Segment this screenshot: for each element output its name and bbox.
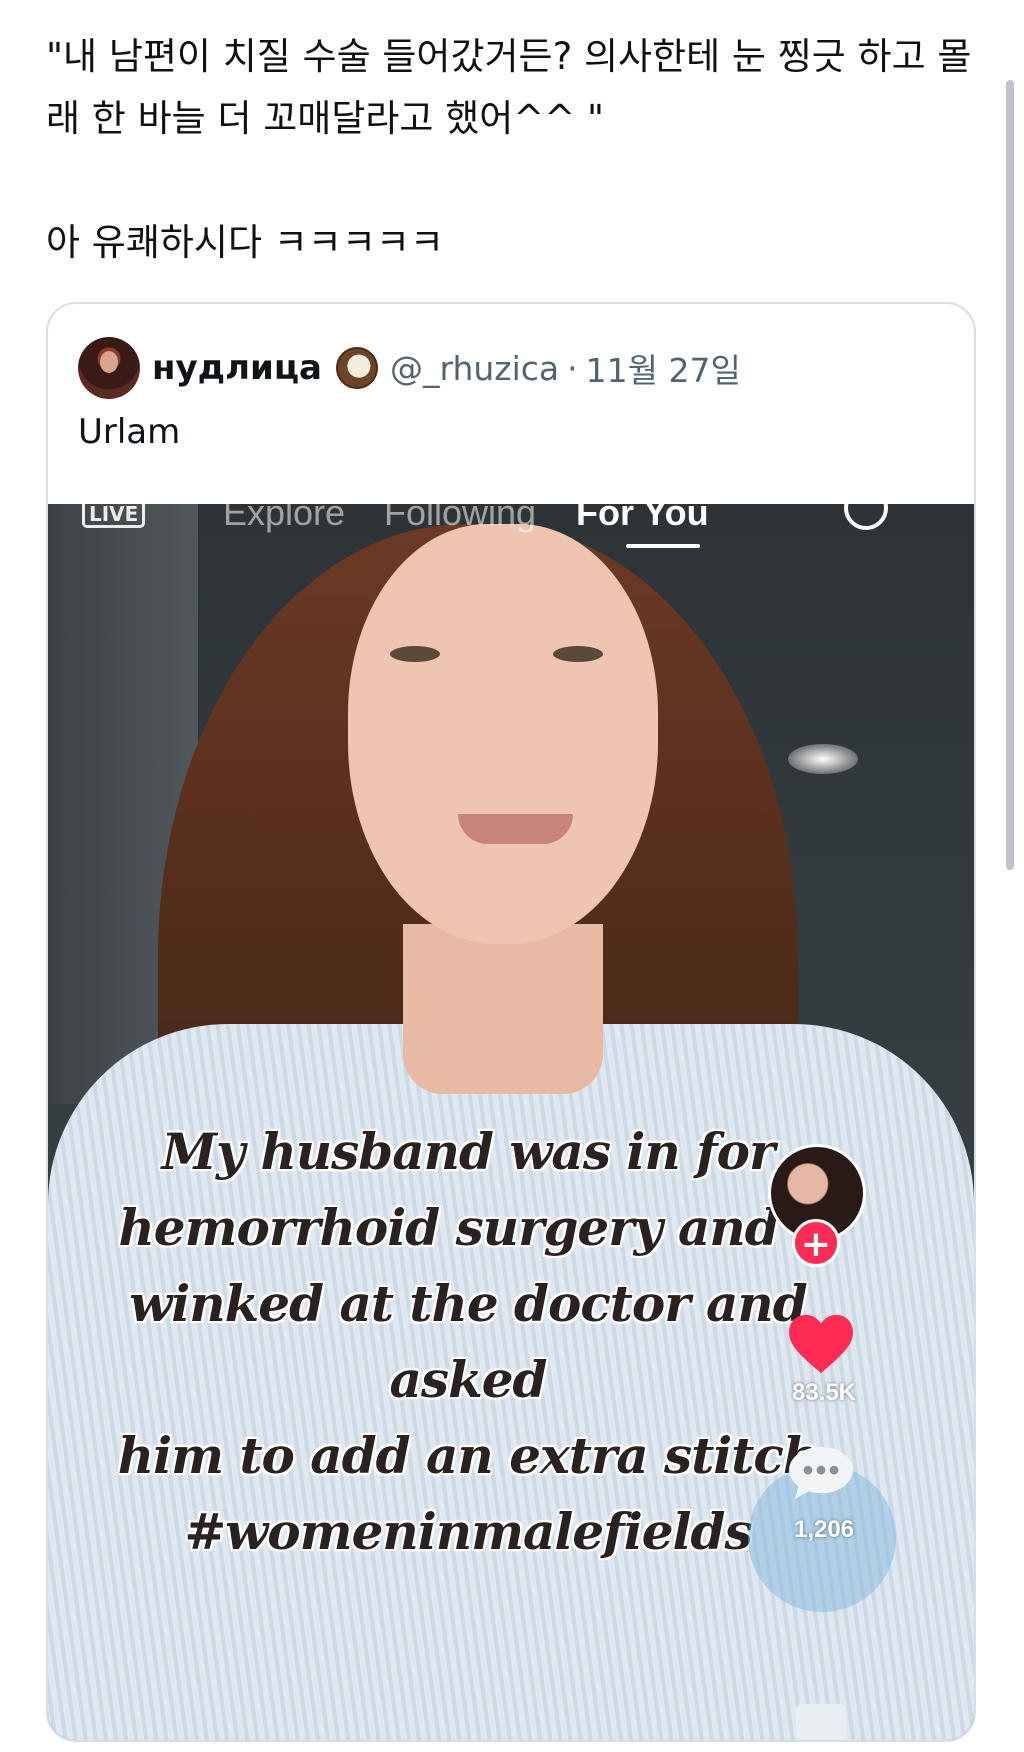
background-light (788, 744, 858, 774)
person-face (348, 524, 658, 944)
scrollbar[interactable] (1006, 80, 1014, 870)
tab-explore[interactable]: Explore (223, 504, 345, 534)
quote-body-text: Urlam (78, 412, 181, 452)
right-eye (553, 646, 603, 662)
tab-for-you[interactable]: For You (576, 504, 709, 534)
video-screenshot[interactable]: LIVE Explore Following For You My husban… (48, 504, 974, 1740)
comment-icon[interactable] (786, 1444, 856, 1502)
avatar[interactable] (78, 337, 140, 399)
plus-icon[interactable]: + (792, 1219, 840, 1267)
live-icon[interactable]: LIVE (82, 504, 146, 528)
quoted-tweet-card[interactable]: нудлица @_rhuzica · 11월 27일 Urlam LIVE E… (46, 302, 976, 1742)
tweet-text: "내 남편이 치질 수술 들어갔거든? 의사한테 눈 찡긋 하고 몰래 한 바늘… (46, 35, 972, 264)
person-neck (403, 924, 603, 1094)
search-icon[interactable] (844, 504, 888, 530)
tiktok-top-nav: LIVE Explore Following For You (48, 504, 974, 550)
comment-count: 1,206 (793, 1516, 855, 1543)
quote-header: нудлица @_rhuzica · 11월 27일 (78, 336, 741, 400)
heart-icon[interactable] (786, 1312, 856, 1376)
user-handle[interactable]: @_rhuzica (390, 349, 559, 388)
coconut-icon (335, 347, 378, 389)
post-date[interactable]: 11월 27일 (586, 344, 741, 392)
left-eye (390, 646, 440, 662)
display-name[interactable]: нудлица (152, 348, 322, 388)
separator-dot: · (567, 348, 578, 388)
smile (458, 814, 573, 844)
video-caption: My husband was in for hemorrhoid surgery… (117, 1122, 819, 1561)
share-icon[interactable] (796, 1704, 846, 1740)
tab-following[interactable]: Following (384, 504, 536, 534)
active-tab-indicator (626, 544, 700, 548)
like-count: 83.5K (791, 1379, 857, 1406)
